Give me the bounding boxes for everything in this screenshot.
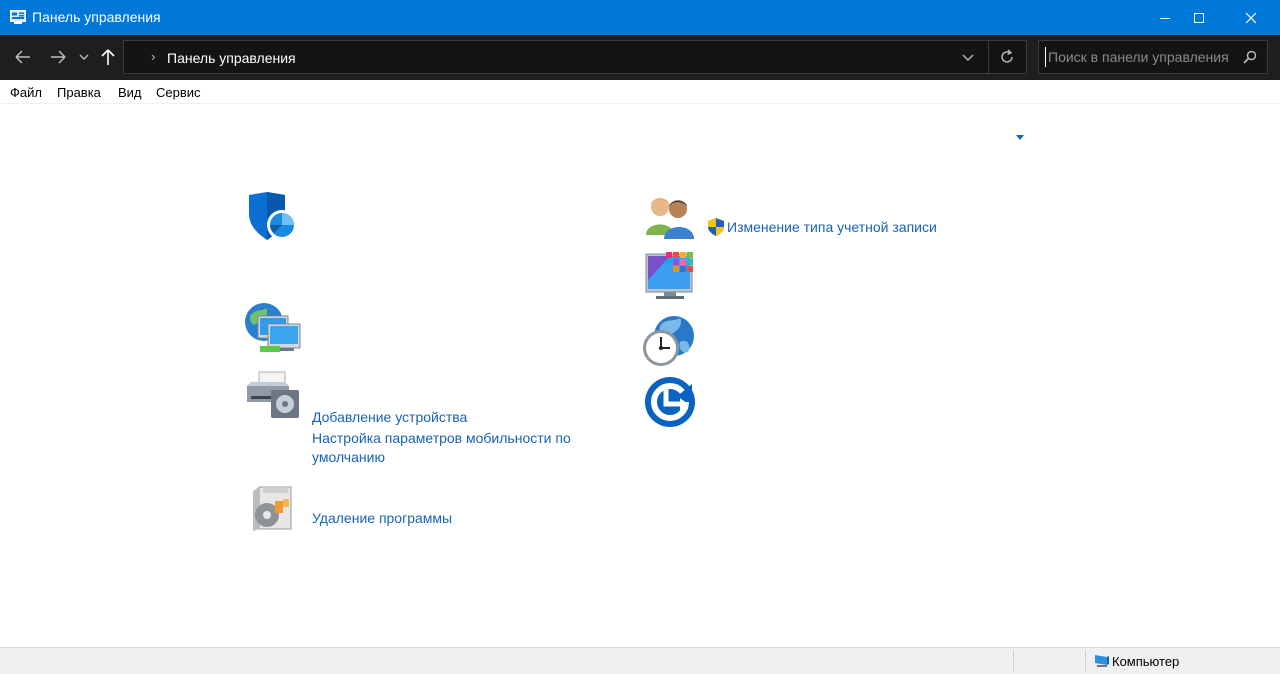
search-input[interactable] bbox=[1045, 47, 1235, 67]
refresh-icon[interactable] bbox=[999, 49, 1015, 65]
maximize-button[interactable] bbox=[1176, 0, 1222, 35]
uac-shield-icon bbox=[708, 218, 724, 236]
back-button[interactable] bbox=[12, 45, 34, 69]
chevron-down-icon bbox=[79, 54, 89, 60]
address-separator bbox=[988, 41, 989, 73]
address-box[interactable]: › Панель управления bbox=[123, 40, 1027, 74]
navigation-bar: › Панель управления bbox=[0, 35, 1280, 80]
appearance-personalization-icon[interactable] bbox=[644, 250, 698, 302]
title-bar: Панель управления bbox=[0, 0, 1280, 35]
ease-of-access-icon[interactable] bbox=[644, 376, 696, 428]
forward-button[interactable] bbox=[47, 45, 69, 69]
arrow-up-icon bbox=[101, 49, 115, 65]
change-account-type-link[interactable]: Изменение типа учетной записи bbox=[727, 218, 937, 237]
clock-region-icon[interactable] bbox=[640, 314, 696, 368]
menu-file[interactable]: Файл bbox=[10, 85, 42, 100]
status-bar: Компьютер bbox=[0, 647, 1280, 674]
recent-locations-button[interactable] bbox=[77, 45, 91, 69]
view-by-dropdown-icon[interactable] bbox=[1016, 135, 1024, 141]
add-device-link[interactable]: Добавление устройства bbox=[312, 408, 467, 427]
search-box[interactable] bbox=[1038, 40, 1268, 74]
security-shield-icon[interactable] bbox=[246, 192, 300, 244]
arrow-right-icon bbox=[51, 50, 66, 64]
window-title: Панель управления bbox=[32, 9, 161, 25]
menu-edit[interactable]: Правка bbox=[57, 85, 101, 100]
uninstall-program-link[interactable]: Удаление программы bbox=[312, 509, 452, 528]
arrow-left-icon bbox=[15, 50, 30, 64]
search-icon[interactable] bbox=[1243, 50, 1257, 64]
breadcrumb-control-panel[interactable]: Панель управления bbox=[167, 50, 296, 66]
up-button[interactable] bbox=[99, 45, 117, 69]
menu-view[interactable]: Вид bbox=[118, 85, 142, 100]
close-button[interactable] bbox=[1228, 0, 1274, 35]
minimize-icon bbox=[1160, 17, 1170, 19]
menu-tools[interactable]: Сервис bbox=[156, 85, 201, 100]
mobility-settings-link[interactable]: Настройка параметров мобильности по умол… bbox=[312, 429, 582, 467]
address-dropdown-icon[interactable] bbox=[962, 52, 974, 62]
network-globe-icon[interactable] bbox=[244, 302, 302, 356]
computer-icon bbox=[1095, 655, 1109, 667]
control-panel-app-icon bbox=[10, 10, 26, 24]
user-accounts-icon[interactable] bbox=[644, 193, 696, 239]
computer-label: Компьютер bbox=[1112, 654, 1180, 669]
close-icon bbox=[1245, 12, 1257, 23]
status-divider bbox=[1013, 650, 1014, 673]
maximize-icon bbox=[1194, 12, 1204, 23]
content-area: Добавление устройства Настройка параметр… bbox=[0, 104, 1280, 647]
printer-device-icon[interactable] bbox=[245, 370, 301, 420]
breadcrumb-chevron-icon: › bbox=[151, 49, 156, 64]
menu-bar: Файл Правка Вид Сервис bbox=[0, 80, 1280, 104]
status-divider bbox=[1085, 650, 1086, 673]
programs-icon[interactable] bbox=[249, 483, 295, 533]
